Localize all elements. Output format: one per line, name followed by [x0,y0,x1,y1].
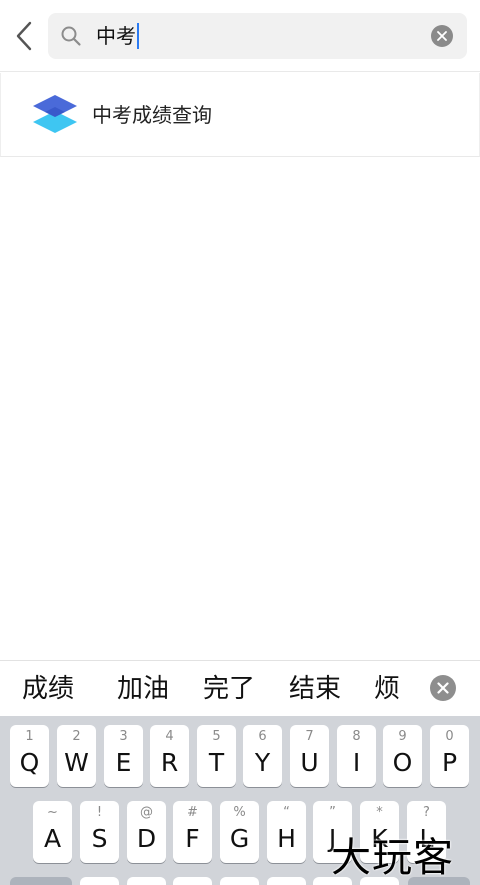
chevron-left-icon [16,21,32,51]
key-label: P [441,748,458,777]
key-label: G [229,824,250,853]
candidate-word[interactable]: 完了 [203,671,255,707]
key-alt-label: % [233,805,246,820]
key-alt-label: 2 [72,729,81,744]
key-alt-label: 6 [258,729,267,744]
search-icon [61,26,81,46]
key-alt-label: @ [140,805,153,820]
key-alt-label: 5 [212,729,221,744]
key-i[interactable]: 8I [337,725,376,787]
back-button[interactable] [8,18,40,54]
key-u[interactable]: 7U [290,725,329,787]
key-alt-label: ? [423,805,430,820]
key-h[interactable]: “H [267,801,306,863]
key-w[interactable]: 2W [57,725,96,787]
key-p[interactable]: 0P [430,725,469,787]
key-alt-label: ” [329,805,336,820]
key-t[interactable]: 5T [197,725,236,787]
close-icon [437,31,447,41]
key-z[interactable] [80,877,119,885]
key-g[interactable]: % G [220,801,259,863]
key-s[interactable]: ! S [80,801,119,863]
close-icon [437,682,449,694]
search-query-text: 中考 [96,24,136,48]
key-f[interactable]: # F [173,801,212,863]
key-label: U [300,748,319,777]
key-label: Y [254,748,271,777]
key-alt-label: ~ [47,805,58,820]
candidate-word[interactable]: 烦 [374,671,404,707]
clear-search-button[interactable] [431,25,453,47]
key-e[interactable]: 3E [104,725,143,787]
key-b[interactable] [267,877,306,885]
mini-program-layers-icon [33,95,77,133]
key-label: S [91,824,108,853]
key-alt-label: 9 [398,729,407,744]
search-input[interactable]: 中考 [96,22,139,50]
key-alt-label: * [376,805,383,820]
key-label: Q [19,748,40,777]
text-cursor [137,23,139,49]
key-alt-label: 0 [445,729,454,744]
key-alt-label: “ [283,805,290,820]
key-label: H [277,824,296,853]
key-r[interactable]: 4R [150,725,189,787]
search-result-item[interactable]: 中考成绩查询 [0,73,480,157]
search-bar[interactable]: 中考 [48,13,467,59]
key-q[interactable]: 1Q [10,725,49,787]
key-label: F [185,824,200,853]
key-label: R [160,748,179,777]
top-bar: 中考 [0,0,480,72]
key-alt-label: 7 [305,729,314,744]
key-v[interactable] [220,877,259,885]
key-label: I [352,748,361,777]
key-y[interactable]: 6Y [243,725,282,787]
key-label: O [392,748,413,777]
key-label: W [64,748,89,777]
key-alt-label: 8 [352,729,361,744]
key-alt-label: 4 [165,729,174,744]
shift-key[interactable] [10,877,72,885]
candidate-word[interactable]: 结束 [289,671,341,707]
key-alt-label: 1 [25,729,34,744]
key-c[interactable] [173,877,212,885]
key-a[interactable]: ~ A [33,801,72,863]
result-title: 中考成绩查询 [92,103,212,127]
key-alt-label: ! [96,805,103,820]
watermark-logo: 大玩客 [331,835,454,881]
key-label: D [136,824,157,853]
ime-candidate-bar: 成绩 加油 完了 结束 烦 [0,660,480,716]
key-alt-label: # [187,805,198,820]
key-x[interactable] [127,877,166,885]
candidate-word[interactable]: 成绩 [22,671,74,707]
key-label: T [208,748,225,777]
close-candidates-button[interactable] [430,675,456,701]
candidate-word[interactable]: 加油 [117,671,169,707]
key-label: A [43,824,62,853]
key-o[interactable]: 9O [383,725,422,787]
key-d[interactable]: @ D [127,801,166,863]
key-label: E [115,748,132,777]
key-alt-label: 3 [119,729,128,744]
